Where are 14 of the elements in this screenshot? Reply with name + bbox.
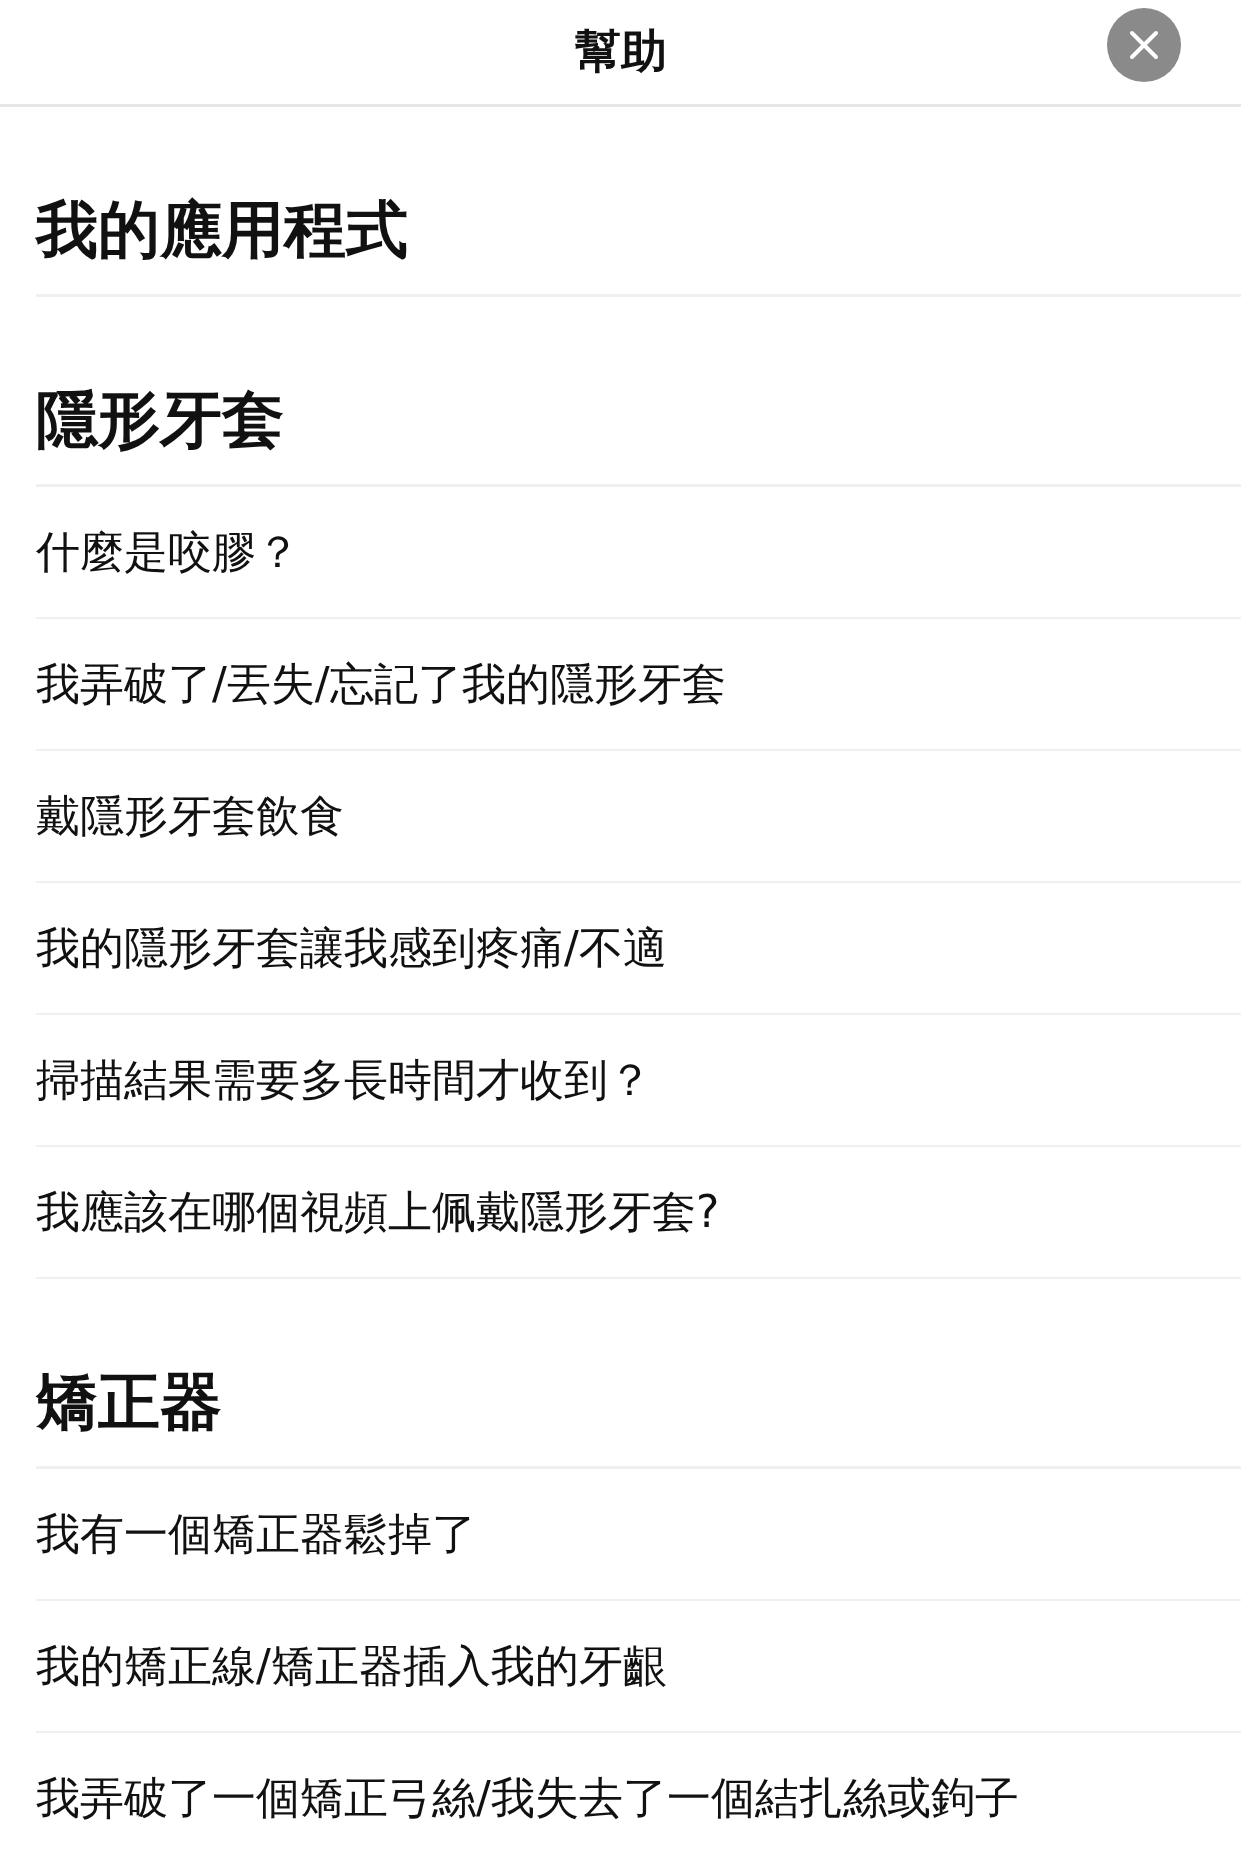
help-item[interactable]: 我應該在哪個視頻上佩戴隱形牙套? [36,1147,1241,1279]
help-item[interactable]: 什麼是咬膠？ [36,487,1241,619]
help-item[interactable]: 我的隱形牙套讓我感到疼痛/不適 [36,883,1241,1015]
help-item[interactable]: 我有一個矯正器鬆掉了 [36,1469,1241,1601]
help-item[interactable]: 我弄破了/丟失/忘記了我的隱形牙套 [36,619,1241,751]
section-heading: 隱形牙套 [36,382,284,458]
section-heading: 矯正器 [36,1364,222,1440]
help-item[interactable]: 戴隱形牙套飲食 [36,751,1241,883]
help-item[interactable]: 我的矯正線/矯正器插入我的牙齦 [36,1601,1241,1733]
help-item[interactable]: 掃描結果需要多長時間才收到？ [36,1015,1241,1147]
section-heading: 我的應用程式 [36,192,408,268]
page-title: 幫助 [574,23,667,80]
close-icon [1129,30,1159,60]
help-item[interactable]: 我弄破了一個矯正弓絲/我失去了一個結扎絲或鉤子 [36,1733,1241,1859]
